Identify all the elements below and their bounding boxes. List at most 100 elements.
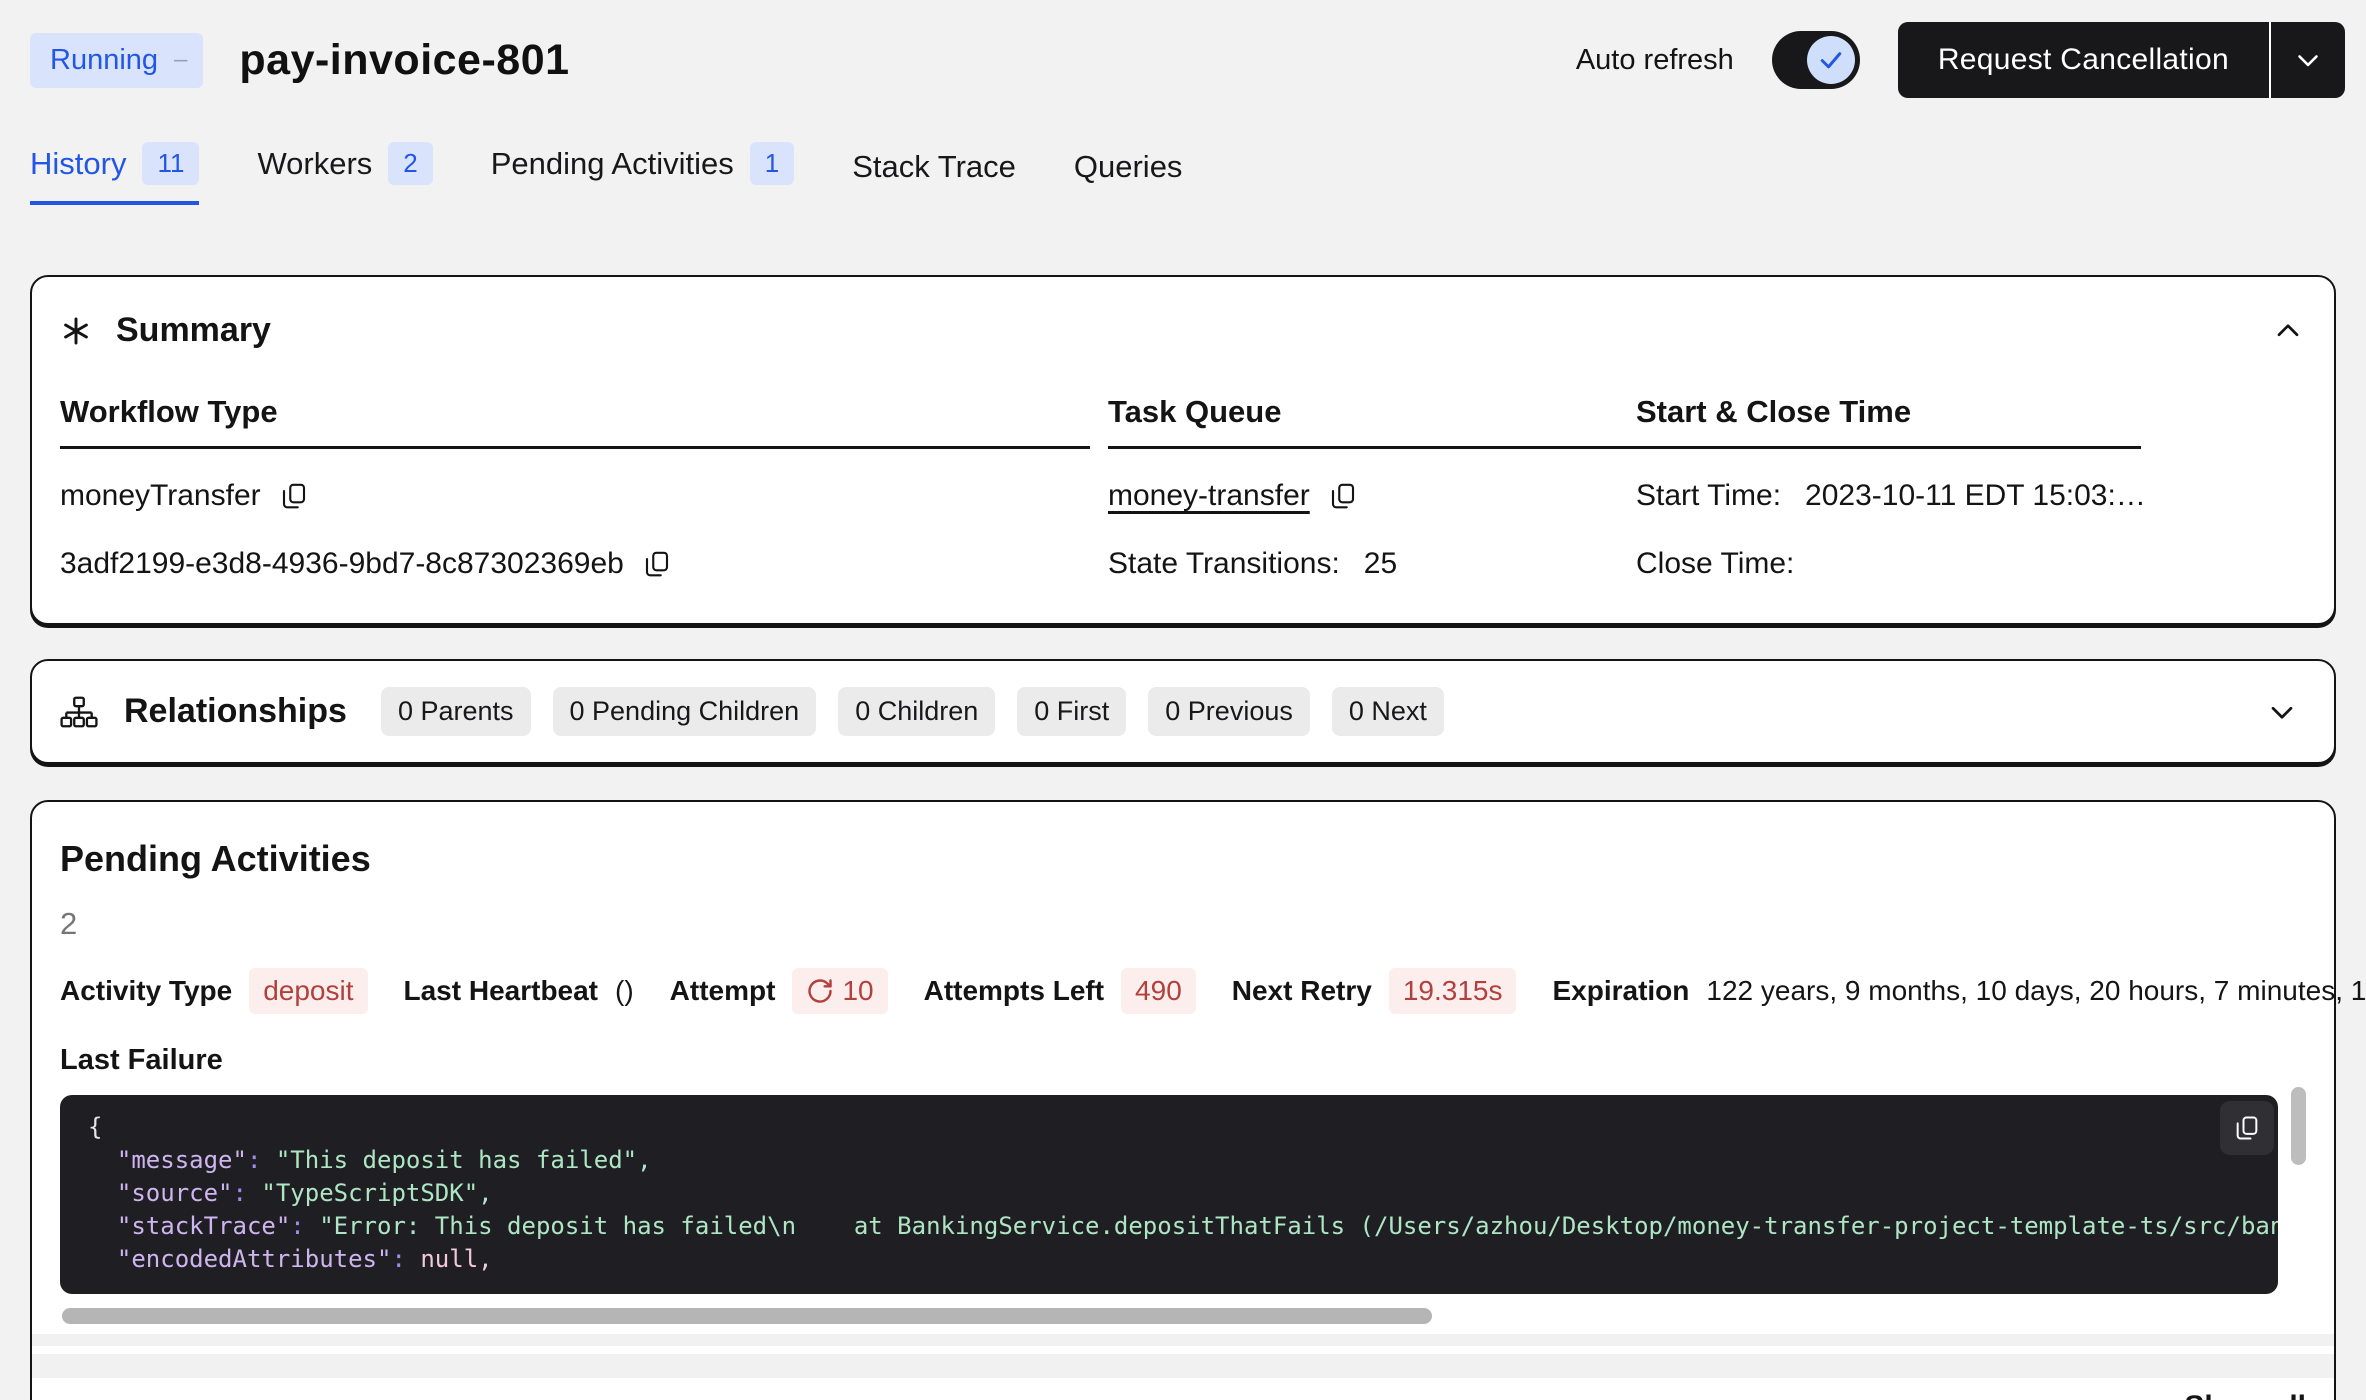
retry-icon — [806, 977, 834, 1005]
expiration-value: 122 years, 9 months, 10 days, 20 hours, … — [1706, 975, 2366, 1007]
copy-icon[interactable] — [1328, 481, 1358, 511]
previous-badge: 0 Previous — [1148, 687, 1310, 736]
attempts-left-value: 490 — [1121, 968, 1196, 1014]
state-transitions-value: 25 — [1364, 547, 1397, 581]
start-time-label: Start Time: — [1636, 479, 1781, 513]
activity-type-label: Activity Type — [60, 975, 232, 1007]
chevron-down-icon — [2291, 43, 2325, 77]
last-heartbeat-field: Last Heartbeat () — [404, 975, 634, 1007]
status-loading-dash: – — [174, 46, 187, 74]
tab-pending-activities-count: 1 — [750, 142, 794, 185]
tab-queries[interactable]: Queries — [1074, 149, 1183, 205]
page-header: Running – pay-invoice-801 Auto refresh R… — [0, 0, 2366, 98]
expiration-label: Expiration — [1552, 975, 1689, 1007]
tab-stack-trace-label: Stack Trace — [852, 149, 1016, 185]
relationships-card: Relationships 0 Parents 0 Pending Childr… — [30, 659, 2336, 764]
workflow-id-value: 3adf2199-e3d8-4936-9bd7-8c87302369eb — [60, 547, 624, 581]
time-column: Start & Close Time Start Time: 2023-10-1… — [1636, 394, 2306, 585]
first-badge: 0 First — [1017, 687, 1126, 736]
request-cancellation-button-group: Request Cancellation — [1898, 22, 2345, 98]
last-heartbeat-value: () — [615, 975, 634, 1007]
summary-card: Summary Workflow Type moneyTransfer 3adf… — [30, 275, 2336, 625]
task-queue-header: Task Queue — [1108, 394, 1636, 449]
last-failure-label: Last Failure — [60, 1044, 2306, 1077]
divider-row — [32, 1354, 2334, 1378]
pending-activities-count: 2 — [60, 906, 2306, 942]
tab-pending-activities-label: Pending Activities — [491, 146, 734, 182]
summary-grid: Workflow Type moneyTransfer 3adf2199-e3d… — [60, 394, 2306, 585]
attempt-badge: 10 — [792, 968, 887, 1014]
workflow-detail-page: Running – pay-invoice-801 Auto refresh R… — [0, 0, 2366, 1400]
state-transitions-label: State Transitions: — [1108, 547, 1340, 581]
expiration-field: Expiration 122 years, 9 months, 10 days,… — [1552, 975, 2366, 1007]
tab-workers-label: Workers — [257, 146, 372, 182]
tab-stack-trace[interactable]: Stack Trace — [852, 149, 1016, 205]
task-queue-link[interactable]: money-transfer — [1108, 479, 1310, 513]
last-heartbeat-label: Last Heartbeat — [404, 975, 599, 1007]
tab-workers[interactable]: Workers 2 — [257, 142, 432, 205]
children-badge: 0 Children — [838, 687, 995, 736]
divider-row — [32, 1334, 2334, 1346]
copy-icon[interactable] — [279, 481, 309, 511]
chevron-up-icon — [2270, 313, 2306, 349]
code-copy-button[interactable] — [2220, 1101, 2274, 1155]
task-queue-column: Task Queue money-transfer State Transiti… — [1108, 394, 1636, 585]
toggle-knob — [1807, 36, 1855, 84]
next-badge: 0 Next — [1332, 687, 1444, 736]
next-retry-value: 19.315s — [1389, 968, 1517, 1014]
relationships-title: Relationships — [124, 692, 347, 731]
pending-activities-card: Pending Activities 2 Activity Type depos… — [30, 800, 2336, 1400]
summary-title-row: Summary — [60, 311, 271, 350]
workflow-type-value: moneyTransfer — [60, 479, 261, 513]
copy-icon[interactable] — [642, 549, 672, 579]
pending-children-badge: 0 Pending Children — [553, 687, 817, 736]
page-title: pay-invoice-801 — [239, 36, 569, 85]
summary-title: Summary — [116, 311, 271, 350]
parents-badge: 0 Parents — [381, 687, 531, 736]
show-all-row: Show all — [60, 1390, 2306, 1400]
auto-refresh-toggle[interactable] — [1772, 31, 1860, 89]
status-badge: Running – — [30, 33, 203, 88]
last-failure-code-lines[interactable]: { "message": "This deposit has failed", … — [60, 1095, 2278, 1294]
activity-type-value: deposit — [249, 968, 367, 1014]
check-icon — [1816, 45, 1846, 75]
tab-workers-count: 2 — [388, 142, 432, 185]
relationships-badges: 0 Parents 0 Pending Children 0 Children … — [381, 687, 1444, 736]
header-right: Auto refresh Request Cancellation — [1576, 22, 2345, 98]
activity-fields-row: Activity Type deposit Last Heartbeat () … — [60, 968, 2306, 1014]
pending-activities-title: Pending Activities — [60, 838, 2306, 880]
start-time-value: 2023-10-11 EDT 15:03:… — [1805, 479, 2146, 513]
code-vertical-scrollbar[interactable] — [2291, 1087, 2306, 1165]
attempt-label: Attempt — [670, 975, 776, 1007]
asterisk-icon — [60, 315, 92, 347]
status-label: Running — [50, 44, 158, 77]
time-header: Start & Close Time — [1636, 394, 2141, 449]
tab-queries-label: Queries — [1074, 149, 1183, 185]
activity-type-field: Activity Type deposit — [60, 968, 368, 1014]
next-retry-label: Next Retry — [1232, 975, 1372, 1007]
copy-icon — [2233, 1114, 2261, 1142]
tab-bar: History 11 Workers 2 Pending Activities … — [0, 98, 2366, 205]
relationships-expand-button[interactable] — [2264, 694, 2300, 730]
show-all-link[interactable]: Show all — [2184, 1390, 2306, 1400]
tab-history-label: History — [30, 146, 126, 182]
next-retry-field: Next Retry 19.315s — [1232, 968, 1517, 1014]
relationships-header: Relationships 0 Parents 0 Pending Childr… — [60, 687, 1444, 736]
attempt-field: Attempt 10 — [670, 968, 888, 1014]
tab-history[interactable]: History 11 — [30, 142, 199, 205]
last-failure-code-wrap: { "message": "This deposit has failed", … — [60, 1095, 2306, 1294]
chevron-down-icon — [2264, 694, 2300, 730]
auto-refresh-label: Auto refresh — [1576, 44, 1734, 77]
request-cancellation-button[interactable]: Request Cancellation — [1898, 22, 2269, 98]
workflow-type-header: Workflow Type — [60, 394, 1090, 449]
summary-header: Summary — [60, 311, 2306, 350]
tab-pending-activities[interactable]: Pending Activities 1 — [491, 142, 794, 205]
header-left: Running – pay-invoice-801 — [30, 33, 570, 88]
attempt-value: 10 — [842, 975, 873, 1007]
attempts-left-field: Attempts Left 490 — [924, 968, 1196, 1014]
tab-history-count: 11 — [142, 142, 199, 185]
code-horizontal-scrollbar[interactable] — [62, 1308, 1432, 1324]
cancellation-dropdown-button[interactable] — [2271, 22, 2345, 98]
close-time-label: Close Time: — [1636, 547, 1794, 581]
summary-collapse-button[interactable] — [2270, 313, 2306, 349]
